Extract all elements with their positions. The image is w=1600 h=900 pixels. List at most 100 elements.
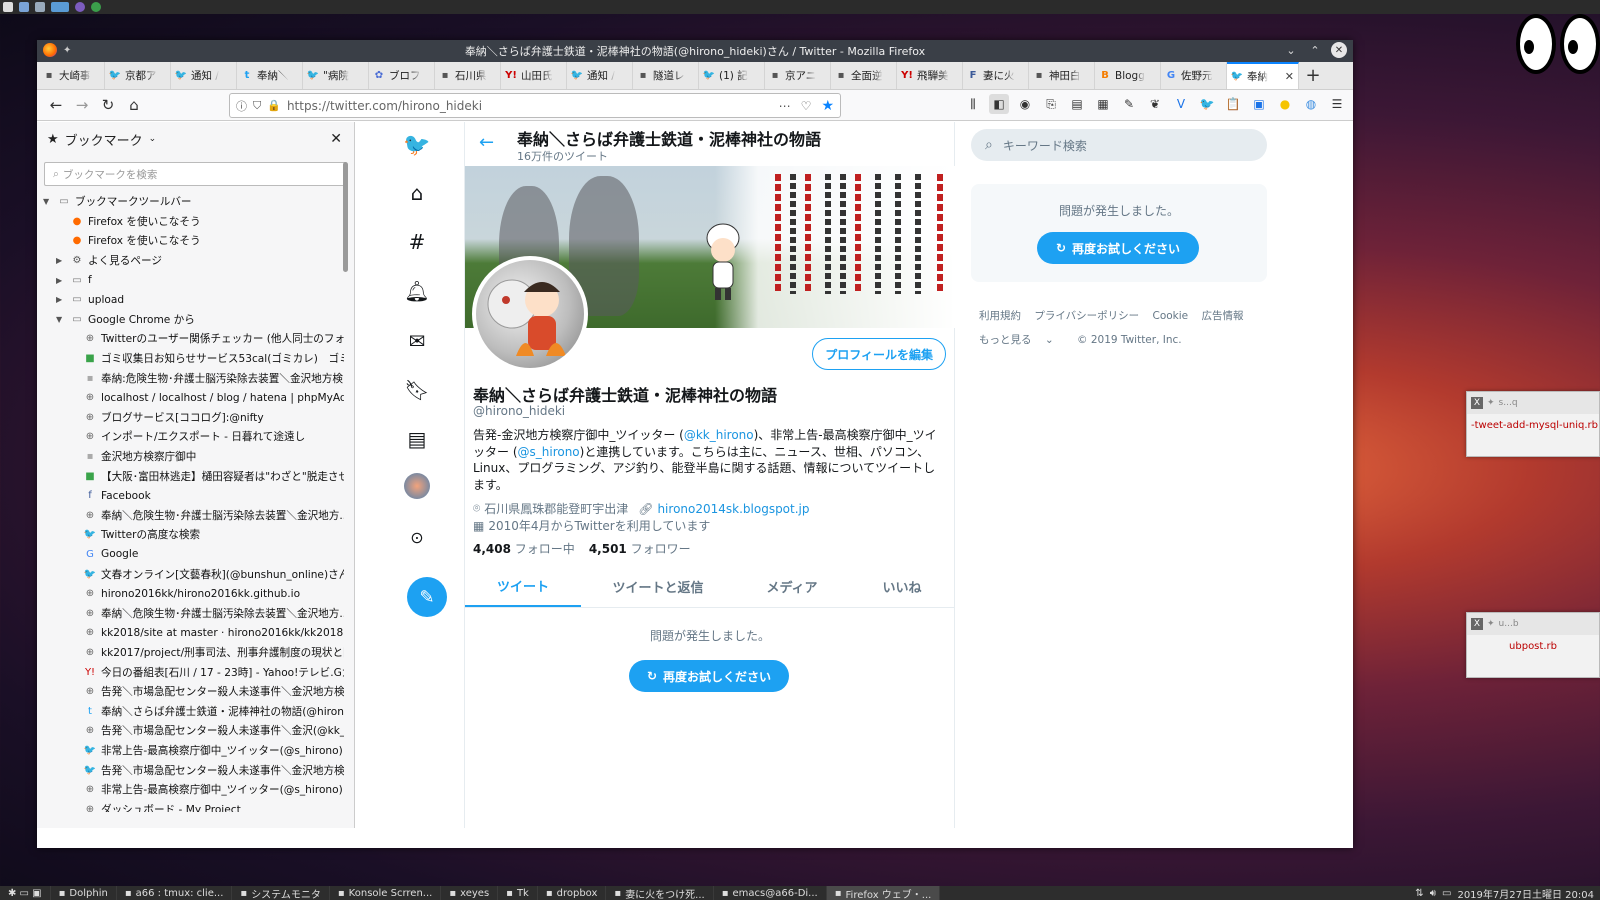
new-tab-button[interactable]: + xyxy=(1299,62,1327,89)
following-link[interactable]: 4,408 フォロー中 xyxy=(473,540,575,557)
bookmark-item[interactable]: ⊕ ブログサービス[ココログ]:@nifty xyxy=(37,408,344,428)
bookmark-item[interactable]: ▼ ▭ ブックマークツールバー xyxy=(37,192,344,212)
sync-icon[interactable]: ◍ xyxy=(1301,94,1321,114)
chevron-right-icon[interactable]: ▶ xyxy=(56,276,66,285)
bookmark-item[interactable]: 🐦 Twitterの高度な検索 xyxy=(37,525,344,545)
bookmark-item[interactable]: ⊕ kk2017/project/刑事司法、刑事弁護制度の現状と問... xyxy=(37,643,344,663)
bookmark-item[interactable]: G Google xyxy=(37,545,344,565)
pin-icon[interactable]: ✦ xyxy=(63,45,71,56)
messages-envelope-icon[interactable]: ✉ xyxy=(402,326,432,356)
bookmarks-icon[interactable]: 🔖︎ xyxy=(402,375,432,405)
reader-icon[interactable]: ▤ xyxy=(1067,94,1087,114)
bookmark-item[interactable]: ■ 【大阪･富田林逃走】樋田容疑者は"わざと"脱走させら... xyxy=(37,466,344,486)
clock[interactable]: 2019年7月27日土曜日 20:04 xyxy=(1457,886,1594,900)
mini-window-2[interactable]: X ✦ u...b ubpost.rb xyxy=(1466,612,1600,678)
info-icon[interactable]: ⓘ xyxy=(236,98,247,114)
profile-website-link[interactable]: hirono2014sk.blogspot.jp xyxy=(657,502,809,516)
edit-profile-button[interactable]: プロフィールを編集 xyxy=(812,338,946,370)
sidebar-header[interactable]: ★ ブックマーク ⌄ ✕ xyxy=(37,122,354,156)
tab[interactable]: Y! 飛騨美 xyxy=(897,62,963,89)
bookmark-item[interactable]: ● Firefox を使いこなそう xyxy=(37,231,344,251)
tab[interactable]: 🐦 奉納 ✕ xyxy=(1227,62,1299,89)
bookmark-item[interactable]: ▪ 金沢地方検察庁御中 xyxy=(37,447,344,467)
home-button[interactable]: ⌂ xyxy=(121,92,147,118)
launcher-icon[interactable] xyxy=(19,2,29,12)
close-sidebar-button[interactable]: ✕ xyxy=(330,131,342,147)
account-icon[interactable]: ◉ xyxy=(1015,94,1035,114)
tab-media[interactable]: メディア xyxy=(735,566,849,607)
bookmark-item[interactable]: 🐦 非常上告-最高検察庁御中_ツイッター(@s_hirono)さ... xyxy=(37,741,344,761)
start-menu-button[interactable]: ✱ ▭ ▣ xyxy=(0,886,51,900)
explore-hashtag-icon[interactable]: # xyxy=(402,227,432,257)
profile-avatar-icon[interactable] xyxy=(404,473,430,499)
followers-link[interactable]: 4,501 フォロワー xyxy=(589,540,691,557)
sidebar-scrollbar[interactable] xyxy=(343,162,348,272)
footer-more-link[interactable]: もっと見る ⌄ xyxy=(979,334,1064,346)
chevron-right-icon[interactable]: ▶ xyxy=(56,295,66,304)
compose-tweet-button[interactable]: ✎ xyxy=(407,577,447,617)
back-arrow-icon[interactable]: ← xyxy=(479,132,494,153)
battery-icon[interactable]: ▭ xyxy=(1442,888,1451,899)
bookmark-item[interactable]: ■ ゴミ収集日お知らせサービス53cal(ゴミカレ) ゴミの... xyxy=(37,349,344,369)
bookmark-item[interactable]: ▶ ⚙ よく見るページ xyxy=(37,251,344,271)
screenshot-icon[interactable]: ⎘ xyxy=(1041,94,1061,114)
trends-retry-button[interactable]: ↻ 再度お試しください xyxy=(1037,232,1199,264)
bookmark-item[interactable]: 🐦 文春オンライン[文藝春秋](@bunshun_online)さん | ... xyxy=(37,564,344,584)
bookmark-item[interactable]: ● Firefox を使いこなそう xyxy=(37,212,344,232)
chevron-down-icon[interactable]: ⌄ xyxy=(149,134,157,144)
back-button[interactable]: ← xyxy=(43,92,69,118)
bookmark-item[interactable]: ▶ ▭ f xyxy=(37,270,344,290)
tab[interactable]: Y! 山田氏 xyxy=(501,62,567,89)
chrome-icon[interactable] xyxy=(91,2,101,12)
tab[interactable]: ▪ 隧道レ xyxy=(633,62,699,89)
taskbar-item[interactable]: ▪ Konsole Scrren... xyxy=(330,886,442,900)
app-launcher-icon[interactable] xyxy=(75,2,85,12)
taskbar-item[interactable]: ▪ Dolphin xyxy=(51,886,117,900)
forward-button[interactable]: → xyxy=(69,92,95,118)
bookmark-item[interactable]: ▶ ▭ upload xyxy=(37,290,344,310)
bookmark-item[interactable]: ⊕ ダッシュボード - My Project xyxy=(37,799,344,812)
close-tab-icon[interactable]: ✕ xyxy=(1285,70,1294,83)
bookmark-search-input[interactable]: ⌕ ブックマークを検索 xyxy=(44,162,347,186)
network-icon[interactable]: ⇅ xyxy=(1415,888,1423,899)
tab[interactable]: F 妻に火 xyxy=(963,62,1029,89)
tab[interactable]: t 奉納＼ xyxy=(237,62,303,89)
tab[interactable]: 🐦 通知 / xyxy=(567,62,633,89)
apps-icon[interactable]: ▦ xyxy=(1093,94,1113,114)
pen-icon[interactable]: ✎ xyxy=(1119,94,1139,114)
sidebar-title[interactable]: ブックマーク xyxy=(65,130,143,149)
bookmark-item[interactable]: ⊕ インポート/エクスポート - 日暮れて途遠し xyxy=(37,427,344,447)
file-manager-icon[interactable] xyxy=(35,2,45,12)
taskbar-item[interactable]: ▪ Tk xyxy=(498,886,538,900)
footer-ads-link[interactable]: 広告情報 xyxy=(1201,310,1243,322)
tab-tweets-replies[interactable]: ツイートと返信 xyxy=(581,566,735,607)
tab[interactable]: G 佐野元 xyxy=(1161,62,1227,89)
footer-terms-link[interactable]: 利用規約 xyxy=(979,310,1021,322)
twitter-logo-icon[interactable]: 🐦 xyxy=(402,130,432,160)
bookmark-item[interactable]: ⊕ 非常上告-最高検察庁御中_ツイッター(@s_hirono) - T... xyxy=(37,780,344,800)
emoji-extension-icon[interactable]: ● xyxy=(1275,94,1295,114)
bookmark-item[interactable]: ⊕ localhost / localhost / blog / hatena |… xyxy=(37,388,344,408)
footer-privacy-link[interactable]: プライバシーポリシー xyxy=(1034,310,1139,322)
tab-tweets[interactable]: ツイート xyxy=(465,566,581,607)
hamburger-menu-icon[interactable]: ☰ xyxy=(1327,94,1347,114)
url-text[interactable]: https://twitter.com/hirono_hideki xyxy=(287,99,482,113)
tab-likes[interactable]: いいね xyxy=(849,566,955,607)
bookmark-item[interactable]: ⊕ 奉納＼危険生物･弁護士脳汚染除去装置＼金沢地方... xyxy=(37,506,344,526)
tab[interactable]: ✿ ブロフ xyxy=(369,62,435,89)
sidebar-toggle-icon[interactable]: ◧ xyxy=(989,94,1009,114)
reload-button[interactable]: ↻ xyxy=(95,92,121,118)
window-titlebar[interactable]: ✦ 奉納＼さらば弁護士鉄道・泥棒神社の物語(@hirono_hideki)さん … xyxy=(37,40,1353,62)
mini-window-1-body[interactable]: -tweet-add-mysql-uniq.rb xyxy=(1467,414,1599,437)
taskbar-item[interactable]: ▪ システムモニタ xyxy=(232,886,330,900)
tab[interactable]: ▪ 大崎事 xyxy=(39,62,105,89)
lists-icon[interactable]: ▤ xyxy=(402,424,432,454)
bookmark-item[interactable]: ⊕ 告発＼市場急配センター殺人未遂事件＼金沢地方検... xyxy=(37,682,344,702)
bookmark-item[interactable]: ⊕ 奉納＼危険生物･弁護士脳汚染除去装置＼金沢地方... xyxy=(37,603,344,623)
bookmark-item[interactable]: 🐦 告発＼市場急配センター殺人未遂事件＼金沢地方検... xyxy=(37,760,344,780)
bookmark-item[interactable]: t 奉納＼さらば弁護士鉄道・泥棒神社の物語(@hirono_... xyxy=(37,701,344,721)
page-actions-icon[interactable]: ⋯ xyxy=(779,99,791,113)
minimize-button[interactable]: ⌄ xyxy=(1283,42,1299,58)
bookmark-item[interactable]: ⊕ 告発＼市場急配センター殺人未遂事件＼金沢(@kk_h... xyxy=(37,721,344,741)
chevron-right-icon[interactable]: ▶ xyxy=(56,256,66,265)
